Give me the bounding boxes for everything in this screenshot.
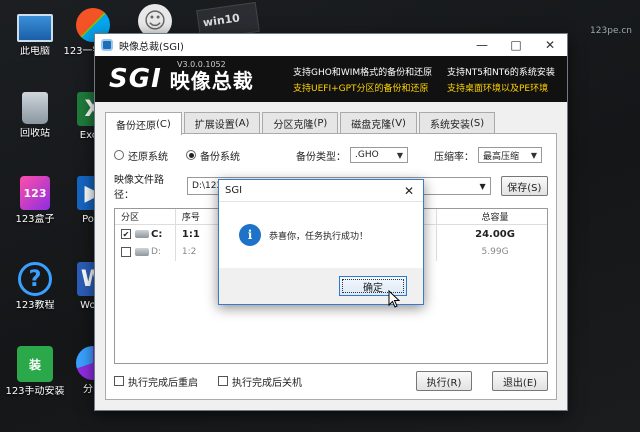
desktop-icon-label: 123教程 <box>15 300 55 311</box>
bottom-bar: 执行完成后重启 执行完成后关机 执行(R) 退出(E) <box>114 371 548 391</box>
column-header: 分区 <box>115 209 176 224</box>
tab-label: 扩展设置 <box>194 120 235 131</box>
drive-icon <box>135 230 149 238</box>
recycle-bin-icon <box>22 92 48 124</box>
tab-system-install[interactable]: 系统安装(S) <box>418 112 496 134</box>
backup-label: 备份系统 <box>200 151 240 163</box>
backup-type-select[interactable]: .GHO ▼ <box>350 147 408 163</box>
watermark: 123pe.cn <box>590 26 632 36</box>
backup-type-value: .GHO <box>355 150 379 160</box>
backup-type-label: 备份类型： <box>296 151 346 163</box>
feature-text: 支持GHO和WIM格式的备份和还原 <box>293 68 433 78</box>
tab-extended-settings[interactable]: 扩展设置(A) <box>183 112 261 134</box>
window-title: 映像总裁(SGI) <box>119 41 184 53</box>
minimize-button[interactable]: — <box>465 34 499 56</box>
chevron-down-icon: ▼ <box>396 150 403 160</box>
desktop-icon-label: 123手动安装 <box>5 386 65 397</box>
restore-radio[interactable] <box>114 150 124 160</box>
tab-label: 磁盘克隆 <box>351 120 392 131</box>
computer-icon <box>17 14 53 42</box>
desktop-icon-label: 此电脑 <box>20 46 50 57</box>
save-button[interactable]: 保存(S) <box>500 176 548 196</box>
partition-checkbox[interactable]: ✔ <box>121 229 131 239</box>
desktop-icon-123-manual-install[interactable]: 装 123手动安装 <box>4 346 66 398</box>
banner: SGI 映像总裁 V3.0.0.1052 支持GHO和WIM格式的备份和还原 支… <box>95 56 567 102</box>
dialog-body: i 恭喜你，任务执行成功！ <box>219 202 423 268</box>
desktop-icon-label: 123盒子 <box>15 214 55 225</box>
tab-key: A <box>238 118 246 129</box>
dialog-close-button[interactable]: ✕ <box>395 184 423 198</box>
compress-value: 最高压缩 <box>483 151 520 162</box>
tab-key: V <box>395 118 403 129</box>
tab-key: P <box>317 118 324 129</box>
partition-cell: ✔ C: <box>115 225 176 243</box>
feature-text: 支持NT5和NT6的系统安装 <box>447 68 555 78</box>
help-icon: ? <box>18 262 52 296</box>
tab-label: 分区克隆 <box>273 120 314 131</box>
drive-letter: D: <box>151 247 161 257</box>
box-app-icon: 123 <box>20 176 50 210</box>
tab-backup-restore[interactable]: 备份还原(C) <box>105 112 182 135</box>
close-button[interactable]: ✕ <box>533 34 567 56</box>
shutdown-checkbox[interactable] <box>218 376 228 386</box>
reboot-label: 执行完成后重启 <box>128 377 198 389</box>
tab-label: 系统安装 <box>429 120 470 131</box>
feature-text: 支持桌面环境以及PE环境 <box>447 84 549 94</box>
mode-row: 还原系统 备份系统 备份类型： .GHO ▼ 压缩率： 最高压缩 ▼ <box>114 146 548 164</box>
desktop-icon-recycle-bin[interactable]: 回收站 <box>4 92 66 140</box>
app-icon <box>101 39 113 51</box>
size-cell: 24.00G <box>475 228 515 240</box>
window-titlebar[interactable]: 映像总裁(SGI) — □ ✕ <box>95 34 567 56</box>
success-dialog: SGI ✕ i 恭喜你，任务执行成功！ 确定 <box>218 179 424 305</box>
compress-label: 压缩率： <box>434 151 474 163</box>
maximize-button[interactable]: □ <box>499 34 533 56</box>
tab-partition-clone[interactable]: 分区克隆(P) <box>262 112 339 134</box>
partition-cell: D: <box>115 243 176 261</box>
chevron-down-icon: ▼ <box>530 150 537 160</box>
dialog-message: 恭喜你，任务执行成功！ <box>269 231 369 242</box>
desktop-icon-label: 回收站 <box>20 128 50 139</box>
exit-button[interactable]: 退出(E) <box>492 371 548 391</box>
reboot-checkbox[interactable] <box>114 376 124 386</box>
feature-text: 支持UEFI+GPT分区的备份和还原 <box>293 84 429 94</box>
dialog-titlebar[interactable]: SGI ✕ <box>219 180 423 202</box>
image-path-label: 映像文件路径： <box>114 175 164 201</box>
version-label: V3.0.0.1052 <box>177 60 226 69</box>
tab-bar: 备份还原(C) 扩展设置(A) 分区克隆(P) 磁盘克隆(V) 系统安装(S) <box>105 112 557 135</box>
tab-key: S <box>473 118 481 129</box>
sgi-logo: SGI <box>109 64 162 94</box>
desktop-icon-123-tutorial[interactable]: ? 123教程 <box>4 262 66 312</box>
tab-key: C <box>159 118 167 130</box>
info-icon: i <box>239 224 261 246</box>
chevron-down-icon: ▼ <box>479 181 486 191</box>
partition-checkbox[interactable] <box>121 247 131 257</box>
column-header: 总容量 <box>481 213 509 223</box>
size-cell: 5.99G <box>481 247 509 257</box>
compress-select[interactable]: 最高压缩 ▼ <box>478 147 542 163</box>
backup-radio[interactable] <box>186 150 196 160</box>
restore-label: 还原系统 <box>128 151 168 163</box>
dialog-title: SGI <box>225 185 243 196</box>
drive-letter: C: <box>151 228 163 240</box>
shutdown-label: 执行完成后关机 <box>232 377 302 389</box>
desktop-icon-123-box[interactable]: 123 123盒子 <box>4 176 66 226</box>
tab-disk-clone[interactable]: 磁盘克隆(V) <box>340 112 417 134</box>
execute-button[interactable]: 执行(R) <box>416 371 472 391</box>
desktop-icon-this-pc[interactable]: 此电脑 <box>4 8 66 58</box>
drive-icon <box>135 248 149 256</box>
tab-label: 备份还原 <box>116 120 156 132</box>
install-icon: 装 <box>17 346 53 382</box>
